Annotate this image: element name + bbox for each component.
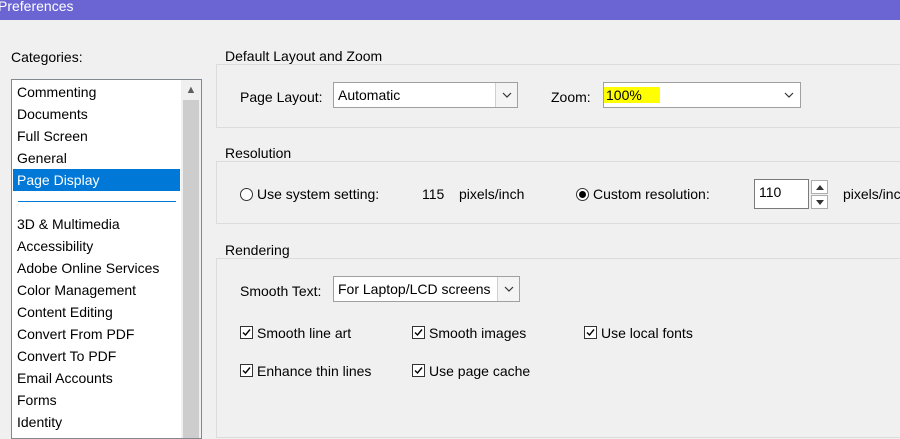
rendering-title: Rendering xyxy=(225,242,292,258)
use-local-fonts-label[interactable]: Use local fonts xyxy=(601,324,693,342)
title-bar: Preferences xyxy=(0,0,900,20)
checkmark-icon xyxy=(586,329,595,337)
zoom-label: Zoom: xyxy=(551,89,591,105)
spin-up-button[interactable] xyxy=(811,180,828,194)
categories-scrollbar[interactable]: ▲ xyxy=(181,80,201,438)
category-adobe-online-services[interactable]: Adobe Online Services xyxy=(13,257,180,279)
resolution-title: Resolution xyxy=(225,145,294,161)
checkmark-icon xyxy=(242,367,251,375)
zoom-value: 100% xyxy=(604,87,660,103)
triangle-down-icon xyxy=(816,200,824,205)
category-general[interactable]: General xyxy=(13,147,180,169)
categories-label: Categories: xyxy=(11,49,83,65)
category-commenting[interactable]: Commenting xyxy=(13,81,180,103)
custom-resolution-value: 110 xyxy=(759,184,782,200)
smooth-images-checkbox[interactable] xyxy=(412,326,425,339)
use-page-cache-label[interactable]: Use page cache xyxy=(429,362,530,380)
custom-resolution-label[interactable]: Custom resolution: xyxy=(593,185,710,203)
category-forms[interactable]: Forms xyxy=(13,389,180,411)
category-documents[interactable]: Documents xyxy=(13,103,180,125)
spin-down-button[interactable] xyxy=(811,195,828,209)
category-convert-to-pdf[interactable]: Convert To PDF xyxy=(13,345,180,367)
category-3d-multimedia[interactable]: 3D & Multimedia xyxy=(13,213,180,235)
category-color-management[interactable]: Color Management xyxy=(13,279,180,301)
smooth-images-label[interactable]: Smooth images xyxy=(429,324,526,342)
enhance-thin-lines-checkbox[interactable] xyxy=(240,364,253,377)
category-accessibility[interactable]: Accessibility xyxy=(13,235,180,257)
category-separator xyxy=(18,201,176,202)
categories-list[interactable]: Commenting Documents Full Screen General… xyxy=(11,79,202,439)
smooth-text-label: Smooth Text: xyxy=(240,283,322,299)
custom-resolution-radio[interactable] xyxy=(576,188,589,201)
smooth-line-art-checkbox[interactable] xyxy=(240,326,253,339)
checkmark-icon xyxy=(414,367,423,375)
custom-resolution-input[interactable]: 110 xyxy=(754,179,809,209)
window-title: Preferences xyxy=(0,0,74,14)
chevron-down-icon[interactable] xyxy=(495,83,517,107)
category-content-editing[interactable]: Content Editing xyxy=(13,301,180,323)
enhance-thin-lines-label[interactable]: Enhance thin lines xyxy=(257,362,371,380)
category-full-screen[interactable]: Full Screen xyxy=(13,125,180,147)
chevron-down-icon[interactable] xyxy=(497,277,519,301)
use-local-fonts-checkbox[interactable] xyxy=(584,326,597,339)
smooth-line-art-label[interactable]: Smooth line art xyxy=(257,324,351,342)
system-resolution-unit: pixels/inch xyxy=(459,186,525,202)
scroll-up-icon[interactable]: ▲ xyxy=(181,80,201,100)
page-layout-value: Automatic xyxy=(338,87,401,103)
custom-resolution-unit: pixels/inch xyxy=(843,186,900,202)
system-setting-radio[interactable] xyxy=(240,188,253,201)
smooth-text-value: For Laptop/LCD screens xyxy=(338,281,491,297)
category-email-accounts[interactable]: Email Accounts xyxy=(13,367,180,389)
category-convert-from-pdf[interactable]: Convert From PDF xyxy=(13,323,180,345)
page-layout-select[interactable]: Automatic xyxy=(333,82,518,108)
system-setting-label[interactable]: Use system setting: xyxy=(257,185,379,203)
chevron-down-icon[interactable] xyxy=(778,83,800,107)
triangle-up-icon xyxy=(816,185,824,190)
page-layout-label: Page Layout: xyxy=(240,89,323,105)
zoom-select[interactable]: 100% xyxy=(603,82,801,108)
scroll-thumb[interactable] xyxy=(183,100,199,438)
checkmark-icon xyxy=(242,329,251,337)
category-page-display[interactable]: Page Display xyxy=(13,169,180,191)
checkmark-icon xyxy=(414,329,423,337)
layout-zoom-title: Default Layout and Zoom xyxy=(225,48,385,64)
system-resolution-value: 115 xyxy=(422,186,445,202)
smooth-text-select[interactable]: For Laptop/LCD screens xyxy=(333,276,520,302)
use-page-cache-checkbox[interactable] xyxy=(412,364,425,377)
